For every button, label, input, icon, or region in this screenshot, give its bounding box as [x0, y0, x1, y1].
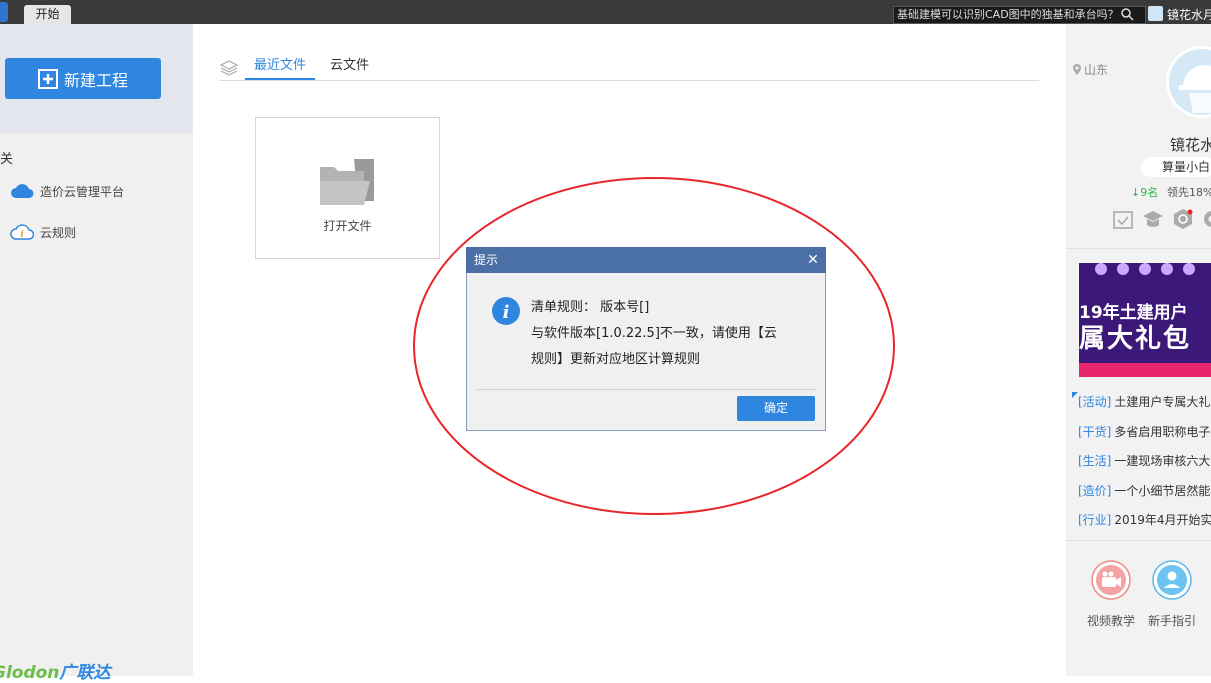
news-item[interactable]: [活动]土建用户专属大礼: [1078, 393, 1210, 410]
video-camera-icon[interactable]: [1090, 559, 1132, 601]
news-item[interactable]: [行业]2019年4月开始实: [1078, 511, 1211, 528]
svg-text:i: i: [20, 230, 24, 240]
right-divider: [1066, 248, 1211, 249]
link-cost-cloud-platform[interactable]: 造价云管理平台: [10, 181, 124, 201]
annotation-ellipse: [412, 176, 896, 516]
layers-icon: [219, 58, 239, 78]
news-item[interactable]: [生活]一建现场审核六大: [1078, 452, 1210, 469]
right-divider: [1066, 540, 1211, 541]
folder-icon: [318, 157, 376, 207]
rank-change: ↓9名: [1131, 184, 1158, 200]
location-label: 山东: [1084, 61, 1108, 78]
level-badge: 算量小白: [1141, 157, 1211, 177]
link-label: 云规则: [40, 224, 76, 241]
location-pin-icon: [1072, 63, 1082, 76]
gear-icon[interactable]: [1201, 208, 1211, 230]
rank-lead: 领先18%: [1167, 184, 1211, 200]
related-section-label: 相关: [0, 148, 13, 167]
banner-subheadline: 属大礼包: [1079, 318, 1191, 355]
tab-start[interactable]: 开始: [24, 5, 71, 24]
tab-recent-files[interactable]: 最近文件: [245, 55, 315, 80]
calendar-check-icon[interactable]: [1112, 208, 1134, 230]
tab-cloud-files[interactable]: 云文件: [322, 55, 377, 80]
video-tutorial-label[interactable]: 视频教学: [1087, 612, 1135, 629]
tabs-divider: [219, 80, 1039, 81]
glodon-logo: Glodon广联达: [0, 658, 110, 683]
add-project-icon: [38, 69, 58, 89]
profile-name: 镜花水: [1170, 134, 1211, 155]
cloud-icon: [10, 183, 34, 199]
news-item[interactable]: [干货]多省启用职称电子: [1078, 423, 1210, 440]
new-project-label: 新建工程: [64, 67, 128, 91]
user-avatar-icon[interactable]: [1148, 6, 1163, 21]
search-badge-icon[interactable]: [1172, 208, 1194, 230]
news-item[interactable]: [造价]一个小细节居然能: [1078, 482, 1210, 499]
user-guide-icon[interactable]: [1151, 559, 1193, 601]
user-name[interactable]: 镜花水月: [1167, 6, 1211, 23]
newbie-guide-label[interactable]: 新手指引: [1148, 612, 1196, 629]
search-icon[interactable]: [1120, 7, 1134, 21]
app-logo-icon[interactable]: [0, 2, 8, 22]
location: 山东: [1072, 61, 1108, 78]
cloud-info-icon: i: [10, 223, 34, 241]
link-label: 造价云管理平台: [40, 183, 124, 200]
link-cloud-rules[interactable]: i 云规则: [10, 222, 76, 242]
graduation-cap-icon[interactable]: [1142, 208, 1164, 230]
search-input[interactable]: 基础建模可以识别CAD图中的独基和承台吗？: [893, 6, 1146, 24]
new-project-button[interactable]: 新建工程: [5, 58, 161, 99]
